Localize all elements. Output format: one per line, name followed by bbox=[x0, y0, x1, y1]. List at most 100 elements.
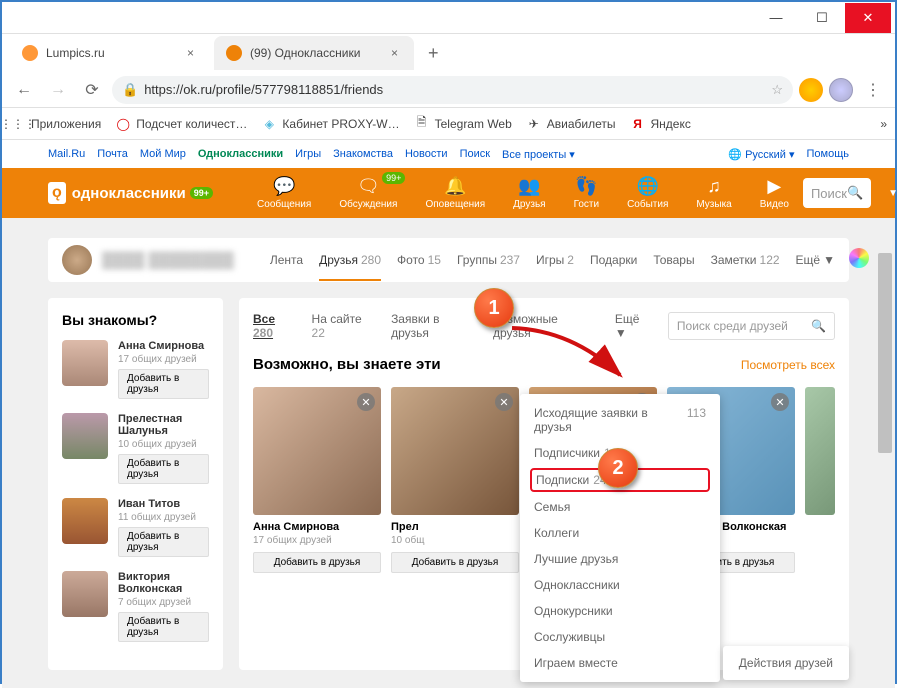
window-maximize-button[interactable]: ☐ bbox=[799, 3, 845, 33]
tab-title: Lumpics.ru bbox=[46, 46, 105, 60]
menu-button[interactable]: ⋮ bbox=[859, 76, 887, 104]
nav-messages[interactable]: 💬Сообщения bbox=[243, 176, 325, 210]
card-photo[interactable]: ✕ bbox=[253, 387, 381, 515]
tab-friends[interactable]: Друзья280 bbox=[319, 253, 381, 281]
add-friend-button[interactable]: Добавить в друзья bbox=[118, 527, 209, 557]
friend-card bbox=[805, 387, 835, 573]
sug-avatar[interactable] bbox=[62, 498, 108, 544]
apps-icon: ⋮⋮⋮ bbox=[10, 116, 26, 132]
tab-close-button[interactable]: × bbox=[183, 46, 198, 60]
page-scrollbar[interactable] bbox=[878, 218, 892, 688]
dd-play[interactable]: Играем вместе bbox=[520, 650, 720, 676]
add-friend-button[interactable]: Добавить в друзья bbox=[118, 454, 209, 484]
nav-lang[interactable]: 🌐 Русский ▾ bbox=[728, 148, 794, 161]
nav-pochta[interactable]: Почта bbox=[97, 148, 128, 160]
friend-actions-dropdown[interactable]: Действия друзей bbox=[723, 646, 849, 680]
footprint-icon: 👣 bbox=[575, 176, 597, 197]
dismiss-icon[interactable]: ✕ bbox=[357, 393, 375, 411]
sug-avatar[interactable] bbox=[62, 571, 108, 617]
profile-avatar-icon[interactable] bbox=[829, 78, 853, 102]
lumpics-favicon-icon bbox=[22, 45, 38, 61]
ext-1-icon[interactable] bbox=[799, 78, 823, 102]
sug-avatar[interactable] bbox=[62, 340, 108, 386]
nav-friends[interactable]: 👥Друзья bbox=[499, 176, 559, 210]
nav-events[interactable]: 🌐События bbox=[613, 176, 682, 210]
tab-games[interactable]: Игры2 bbox=[536, 253, 574, 267]
dd-coworkers[interactable]: Сослуживцы bbox=[520, 624, 720, 650]
bookmark-5[interactable]: ЯЯндекс bbox=[630, 116, 691, 132]
dd-outgoing[interactable]: Исходящие заявки в друзья113 bbox=[520, 400, 720, 440]
globe-icon: 🌐 bbox=[637, 176, 659, 197]
nav-poisk[interactable]: Поиск bbox=[460, 148, 490, 160]
url-input[interactable]: 🔒 https://ok.ru/profile/577798118851/fri… bbox=[112, 76, 793, 104]
dd-classmates[interactable]: Одноклассники bbox=[520, 572, 720, 598]
dd-colleagues[interactable]: Коллеги bbox=[520, 520, 720, 546]
scrollbar-thumb[interactable] bbox=[878, 253, 892, 453]
filter-all[interactable]: Все 280 bbox=[253, 312, 298, 340]
dismiss-icon[interactable]: ✕ bbox=[771, 393, 789, 411]
tab-goods[interactable]: Товары bbox=[653, 253, 694, 267]
add-friend-button[interactable]: Добавить в друзья bbox=[253, 552, 381, 573]
card-photo[interactable]: ✕ bbox=[391, 387, 519, 515]
filter-onsite[interactable]: На сайте 22 bbox=[312, 312, 378, 340]
more-dropdown: Исходящие заявки в друзья113 Подписчики1… bbox=[520, 394, 720, 682]
card-photo[interactable] bbox=[805, 387, 835, 515]
nav-mail[interactable]: Mail.Ru bbox=[48, 148, 85, 160]
bookmark-2[interactable]: ◈Кабинет PROXY-W… bbox=[261, 116, 399, 132]
plane-icon: ✈ bbox=[526, 116, 542, 132]
forward-button[interactable]: → bbox=[44, 76, 72, 104]
nav-proj[interactable]: Все проекты ▾ bbox=[502, 148, 575, 161]
window-titlebar: — ☐ ✕ bbox=[2, 2, 895, 34]
back-button[interactable]: ← bbox=[10, 76, 38, 104]
browser-tab-lumpics[interactable]: Lumpics.ru × bbox=[10, 36, 210, 70]
nav-igry[interactable]: Игры bbox=[295, 148, 321, 160]
star-icon[interactable]: ☆ bbox=[771, 82, 783, 98]
friend-search-input[interactable]: Поиск среди друзей 🔍 bbox=[668, 312, 835, 340]
bookmark-3[interactable]: 🗎Telegram Web bbox=[414, 116, 512, 132]
tab-more[interactable]: Ещё ▼ bbox=[796, 253, 835, 267]
bookmark-4[interactable]: ✈Авиабилеты bbox=[526, 116, 616, 132]
nav-guests[interactable]: 👣Гости bbox=[560, 176, 613, 210]
nav-discussions[interactable]: 99+🗨Обсуждения bbox=[325, 176, 411, 210]
tab-groups[interactable]: Группы237 bbox=[457, 253, 520, 267]
nav-novosti[interactable]: Новости bbox=[405, 148, 448, 160]
tab-lenta[interactable]: Лента bbox=[270, 253, 303, 267]
ok-logo[interactable]: ǫ одноклассники 99+ bbox=[48, 182, 213, 204]
nav-znak[interactable]: Знакомства bbox=[333, 148, 393, 160]
add-friend-button[interactable]: Добавить в друзья bbox=[118, 369, 209, 399]
color-ring-icon[interactable] bbox=[849, 248, 869, 268]
nav-ok[interactable]: Одноклассники bbox=[198, 148, 283, 160]
add-friend-button[interactable]: Добавить в друзья bbox=[391, 552, 519, 573]
nav-video[interactable]: ▶Видео bbox=[746, 176, 803, 210]
tab-photo[interactable]: Фото15 bbox=[397, 253, 441, 267]
avatar-dropdown-icon[interactable]: ▼ bbox=[888, 188, 897, 199]
nav-notifications[interactable]: 🔔Оповещения bbox=[411, 176, 499, 210]
nav-music[interactable]: ♫Музыка bbox=[682, 176, 745, 210]
tab-close-button[interactable]: × bbox=[387, 46, 402, 60]
bookmark-overflow[interactable]: » bbox=[880, 117, 887, 131]
new-tab-button[interactable]: + bbox=[418, 43, 449, 64]
add-friend-button[interactable]: Добавить в друзья bbox=[118, 612, 209, 642]
tab-notes[interactable]: Заметки122 bbox=[711, 253, 780, 267]
filter-requests[interactable]: Заявки в друзья bbox=[391, 312, 479, 340]
reload-button[interactable]: ⟳ bbox=[78, 76, 106, 104]
dd-best[interactable]: Лучшие друзья bbox=[520, 546, 720, 572]
window-close-button[interactable]: ✕ bbox=[845, 3, 891, 33]
profile-avatar[interactable] bbox=[62, 245, 92, 275]
view-all-link[interactable]: Посмотреть всех bbox=[741, 358, 835, 372]
bookmark-1[interactable]: ◯Подсчет количест… bbox=[115, 116, 247, 132]
doc-icon: 🗎 bbox=[414, 116, 430, 132]
window-minimize-button[interactable]: — bbox=[753, 3, 799, 33]
dismiss-icon[interactable]: ✕ bbox=[495, 393, 513, 411]
dd-family[interactable]: Семья bbox=[520, 494, 720, 520]
ok-favicon-icon bbox=[226, 45, 242, 61]
nav-help[interactable]: Помощь bbox=[807, 148, 850, 160]
browser-tab-ok[interactable]: (99) Одноклассники × bbox=[214, 36, 414, 70]
nav-moimir[interactable]: Мой Мир bbox=[140, 148, 186, 160]
sug-avatar[interactable] bbox=[62, 413, 108, 459]
dd-coursemates[interactable]: Однокурсники bbox=[520, 598, 720, 624]
ok-search-input[interactable]: Поиск 🔍 bbox=[803, 178, 871, 208]
yandex-icon: Я bbox=[630, 116, 646, 132]
tab-gifts[interactable]: Подарки bbox=[590, 253, 637, 267]
apps-button[interactable]: ⋮⋮⋮Приложения bbox=[10, 116, 101, 132]
